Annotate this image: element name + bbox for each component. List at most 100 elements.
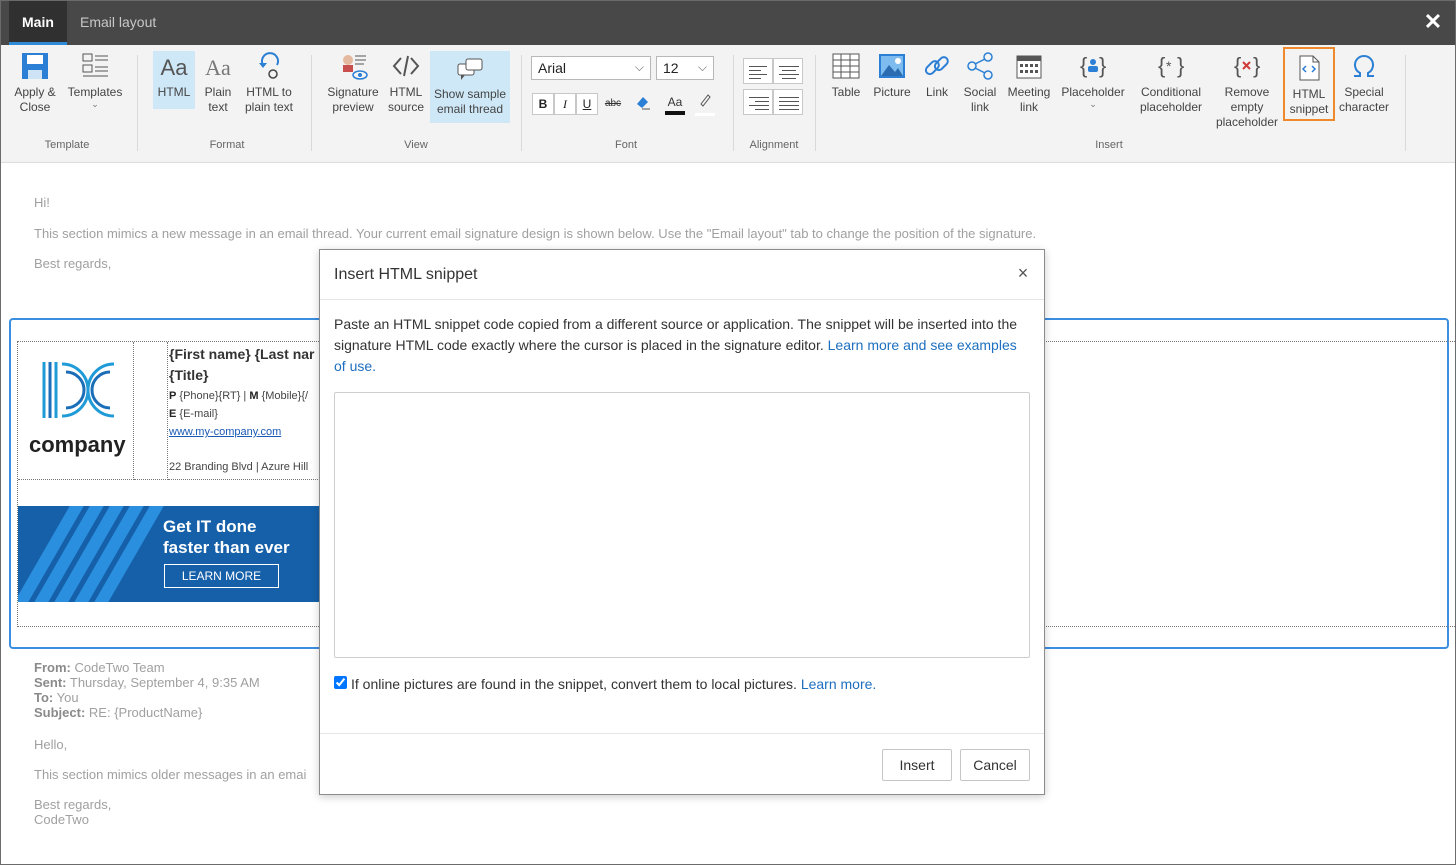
- signature-phone-line: P {Phone}{RT} | M {Mobile}{/: [169, 390, 309, 402]
- highlight-swatch: [695, 113, 715, 116]
- save-icon: [22, 53, 48, 79]
- insert-button[interactable]: Insert: [882, 749, 952, 781]
- ribbon-separator: [815, 55, 816, 151]
- logo-cell: company: [18, 342, 134, 480]
- svg-text:}: }: [1253, 53, 1260, 78]
- remove-empty-placeholder-button[interactable]: {} Remove empty placeholder: [1213, 51, 1281, 130]
- align-left-button[interactable]: [743, 58, 773, 84]
- templates-button[interactable]: Templates ⌄: [65, 51, 125, 109]
- chat-bubbles-icon: [457, 58, 483, 80]
- insert-link-button[interactable]: Link: [919, 51, 955, 100]
- thread-regards: Best regards,: [34, 797, 112, 812]
- font-family-select[interactable]: Arial ⌵: [531, 56, 651, 80]
- website-link[interactable]: www.my-company.com: [169, 426, 281, 438]
- eraser-icon: [637, 97, 650, 110]
- align-center-button[interactable]: [773, 58, 803, 84]
- chevron-down-icon: ⌄: [91, 99, 99, 109]
- strikethrough-button[interactable]: abc: [601, 93, 625, 115]
- html-to-plain-label: HTML to plain text: [244, 85, 294, 114]
- learn-more-link[interactable]: Learn more.: [801, 676, 876, 692]
- placeholder-label: Placeholder: [1061, 85, 1125, 99]
- dialog-title: Insert HTML snippet: [334, 266, 478, 283]
- remove-empty-label: Remove empty placeholder: [1215, 85, 1279, 129]
- show-sample-thread-button[interactable]: Show sample email thread: [430, 51, 510, 123]
- ribbon-toolbar: Apply & Close Templates ⌄ Template Aa HT…: [1, 45, 1455, 163]
- align-justify-button[interactable]: [773, 89, 803, 115]
- convert-pictures-checkbox[interactable]: [334, 676, 347, 689]
- remove-placeholder-icon: {}: [1234, 53, 1260, 78]
- group-label-view: View: [404, 139, 428, 151]
- intro-text: This section mimics a new message in an …: [34, 226, 1037, 241]
- thread-sender: CodeTwo: [34, 812, 89, 827]
- learn-more-banner-button[interactable]: LEARN MORE: [164, 564, 279, 588]
- insert-meeting-link-button[interactable]: Meeting link: [1005, 51, 1053, 115]
- insert-special-character-button[interactable]: Special character: [1337, 51, 1391, 115]
- show-thread-label: Show sample email thread: [433, 87, 507, 116]
- format-html-button[interactable]: Aa HTML: [153, 51, 195, 109]
- clear-format-button[interactable]: [631, 93, 655, 115]
- html-source-button[interactable]: HTML source: [385, 51, 427, 115]
- conditional-placeholder-icon: {} *: [1158, 53, 1184, 78]
- templates-label: Templates: [67, 85, 123, 99]
- meeting-link-label: Meeting link: [1007, 85, 1051, 114]
- font-color-label: Aa: [667, 95, 683, 109]
- divider: [320, 733, 1044, 734]
- font-family-value: Arial: [538, 60, 567, 76]
- snippet-textarea[interactable]: [334, 392, 1030, 658]
- tab-main[interactable]: Main: [9, 1, 67, 45]
- calendar-icon: [1016, 55, 1042, 79]
- convert-icon: [259, 52, 279, 79]
- thread-subject: Subject: RE: {ProductName}: [34, 705, 203, 720]
- highlighter-icon: [700, 94, 711, 107]
- chevron-down-icon: ⌵: [697, 60, 707, 74]
- group-label-font: Font: [614, 139, 637, 151]
- italic-button[interactable]: I: [554, 93, 576, 115]
- font-size-select[interactable]: 12 ⌵: [656, 56, 714, 80]
- html-to-plain-text-button[interactable]: HTML to plain text: [241, 51, 297, 115]
- ribbon-separator: [521, 55, 522, 151]
- link-icon: [924, 56, 949, 76]
- svg-text:*: *: [1166, 58, 1172, 74]
- font-color-button[interactable]: Aa: [663, 91, 687, 115]
- svg-text:{: {: [1158, 53, 1165, 78]
- close-icon[interactable]: ✕: [1421, 10, 1445, 34]
- regards-text: Best regards,: [34, 256, 112, 271]
- font-size-value: 12: [663, 60, 679, 76]
- signature-website-line: www.my-company.com: [169, 426, 281, 438]
- close-icon[interactable]: ×: [1014, 264, 1032, 282]
- insert-conditional-placeholder-button[interactable]: {} * Conditional placeholder: [1133, 51, 1209, 115]
- insert-picture-button[interactable]: Picture: [871, 51, 913, 100]
- ribbon-separator: [311, 55, 312, 151]
- signature-name: {First name} {Last nar: [169, 346, 315, 362]
- table-label: Table: [831, 85, 861, 99]
- insert-html-snippet-dialog: Insert HTML snippet × Paste an HTML snip…: [319, 249, 1045, 795]
- insert-social-link-button[interactable]: Social link: [961, 51, 999, 115]
- signature-preview-icon: [343, 55, 368, 80]
- signature-preview-button[interactable]: Signature preview: [325, 51, 381, 115]
- tab-email-layout[interactable]: Email layout: [67, 1, 169, 45]
- banner-headline: Get IT done faster than ever: [163, 516, 290, 558]
- group-label-template: Template: [44, 139, 90, 151]
- convert-pictures-label: If online pictures are found in the snip…: [351, 676, 877, 692]
- dialog-description: Paste an HTML snippet code copied from a…: [334, 314, 1024, 377]
- banner-headline-line2: faster than ever: [163, 538, 290, 557]
- apply-close-button[interactable]: Apply & Close: [11, 51, 59, 115]
- underline-button[interactable]: U: [576, 93, 598, 115]
- placeholder-icon: {}: [1080, 53, 1106, 78]
- ribbon-separator: [1405, 55, 1406, 151]
- templates-icon: [82, 53, 108, 77]
- thread-to: To: You: [34, 690, 79, 705]
- highlight-button[interactable]: [693, 91, 717, 116]
- divider: [320, 299, 1044, 300]
- signature-title: {Title}: [169, 367, 209, 383]
- insert-placeholder-button[interactable]: {} Placeholder ⌄: [1059, 51, 1127, 109]
- html-source-label: HTML source: [387, 85, 425, 114]
- insert-html-snippet-button[interactable]: HTML snippet: [1283, 47, 1335, 121]
- bold-button[interactable]: B: [532, 93, 554, 115]
- group-label-insert: Insert: [1095, 139, 1123, 151]
- insert-table-button[interactable]: Table: [829, 51, 863, 100]
- cancel-button[interactable]: Cancel: [960, 749, 1030, 781]
- chevron-down-icon: ⌵: [634, 60, 644, 74]
- format-plain-text-button[interactable]: Aa Plain text: [199, 51, 237, 115]
- align-right-button[interactable]: [743, 89, 773, 115]
